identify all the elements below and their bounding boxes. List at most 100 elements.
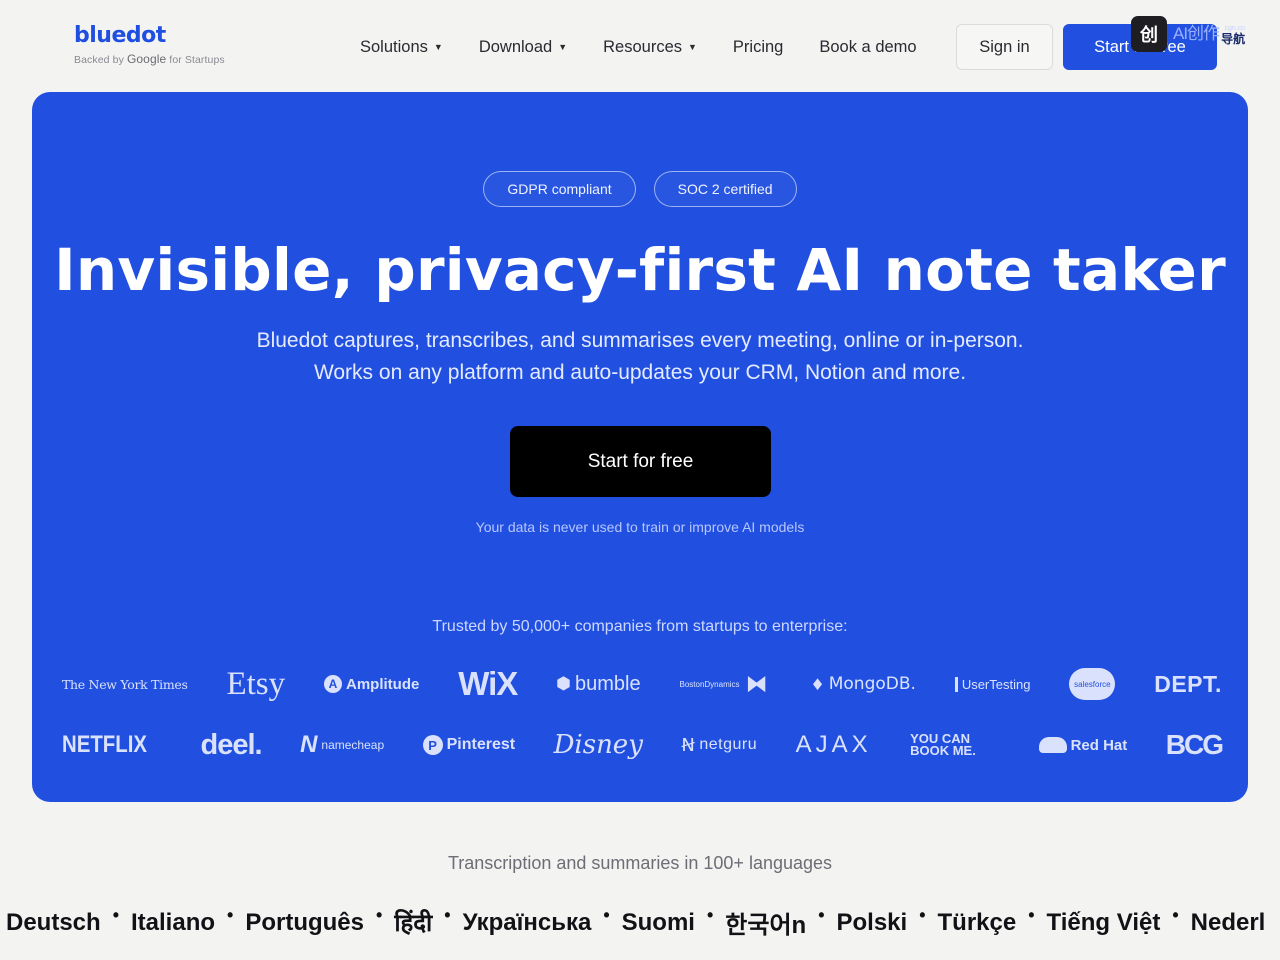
hero-title: Invisible, privacy-first AI note taker: [54, 236, 1226, 304]
main-nav: Solutions ▼ Download ▼ Resources ▼ Prici…: [360, 36, 953, 58]
language-separator: •: [376, 905, 383, 925]
soc2-badge: SOC 2 certified: [653, 171, 797, 207]
watermark-side: cgn.cn 导航: [1221, 23, 1245, 45]
nav-book-demo[interactable]: Book a demo: [819, 36, 916, 58]
logo-salesforce: salesforce: [1069, 668, 1116, 700]
logo-youcanbookme: YOU CAN BOOK ME.: [910, 731, 1000, 758]
language-separator: •: [919, 905, 926, 925]
caret-down-icon: ▼: [558, 42, 568, 52]
namecheap-n-icon: N: [300, 731, 318, 758]
nav-resources-label: Resources: [603, 37, 682, 56]
logo-mongodb-text: MongoDB.: [828, 674, 916, 694]
logo-etsy-text: Etsy: [226, 665, 286, 702]
language-separator: •: [444, 905, 451, 925]
hero-subtitle: Bluedot captures, transcribes, and summa…: [32, 325, 1248, 389]
logo-salesforce-text: salesforce: [1074, 679, 1111, 689]
sign-in-button[interactable]: Sign in: [956, 24, 1053, 70]
logo-wix-text: WiX: [458, 665, 518, 702]
redhat-hat-icon: [1038, 737, 1067, 753]
logo-amplitude: A Amplitude: [324, 675, 419, 693]
language-separator: •: [1172, 905, 1179, 925]
watermark-side-label: 导航: [1221, 32, 1246, 46]
logo-netguru: Ꞥ netguru: [681, 735, 757, 756]
logo-nyt: The New York Times: [62, 677, 188, 692]
nav-resources[interactable]: Resources ▼: [603, 36, 697, 58]
logo-bcg-text: BCG: [1165, 729, 1224, 760]
hero-subtitle-line-1: Bluedot captures, transcribes, and summa…: [256, 329, 1024, 352]
nav-solutions-label: Solutions: [360, 37, 428, 56]
logo-tagline: Backed by Google for Startups: [74, 52, 225, 66]
compliance-badges: GDPR compliant SOC 2 certified: [32, 171, 1248, 207]
logo-youcanbookme-text: YOU CAN BOOK ME.: [910, 731, 976, 758]
nav-solutions[interactable]: Solutions ▼: [360, 36, 443, 58]
language-item: Polski: [836, 908, 908, 936]
caret-down-icon: ▼: [688, 42, 697, 52]
language-item: हिंदी: [394, 910, 433, 937]
logo-dept-text: DEPT.: [1154, 670, 1222, 697]
logo-ajax: AJAX: [796, 731, 872, 759]
language-separator: •: [112, 905, 119, 925]
top-navbar: bluedot Backed by Google for Startups So…: [0, 0, 1280, 92]
language-separator: •: [818, 905, 825, 925]
logo-deel-text: deel.: [200, 728, 262, 761]
language-item: Tiếng Việt: [1046, 908, 1161, 936]
nav-download[interactable]: Download ▼: [479, 36, 567, 58]
salesforce-cloud-icon: salesforce: [1069, 668, 1116, 700]
language-item: Türkçe: [937, 908, 1017, 936]
logo-pinterest-text: Pinterest: [446, 736, 516, 753]
watermark-logo-icon: 创: [1131, 16, 1167, 52]
language-item: Українська: [462, 908, 592, 936]
logo-google: Google: [126, 52, 167, 66]
logo-wordmark: bluedot: [74, 23, 166, 48]
netguru-n-icon: Ꞥ: [681, 734, 696, 755]
nav-book-demo-label: Book a demo: [819, 37, 917, 56]
watermark-text-a: AI创作: [1173, 24, 1220, 43]
trusted-by-label: Trusted by 50,000+ companies from startu…: [432, 618, 848, 635]
pinterest-p-icon: P: [422, 735, 443, 755]
mongodb-leaf-icon: ♦: [810, 674, 825, 694]
logo-backed-by: Backed by: [74, 54, 124, 66]
logo-boston-dynamics-text: BostonDynamics: [679, 679, 740, 689]
logo-netguru-text: netguru: [699, 736, 758, 753]
start-for-free-hero-button[interactable]: Start for free: [510, 426, 771, 497]
logo-wix: WiX: [458, 665, 518, 703]
logo-boston-dynamics: BostonDynamics ⧓: [679, 671, 771, 697]
language-separator: •: [706, 905, 714, 925]
language-item: Italiano: [131, 908, 216, 936]
amplitude-mark-icon: A: [324, 675, 343, 693]
languages-marquee: Deutsch • Italiano • Português • हिंदी • Українс…: [6, 905, 1265, 940]
nav-download-label: Download: [478, 37, 553, 56]
bluedot-logo[interactable]: bluedot Backed by Google for Startups: [74, 23, 225, 67]
logo-etsy: Etsy: [226, 666, 285, 703]
language-item: 한국어n: [725, 912, 807, 939]
logo-disney: Disney: [554, 730, 643, 760]
watermark-text: AI创作: [1173, 24, 1220, 43]
caret-down-icon: ▼: [433, 42, 443, 52]
language-item: Nederl: [1190, 908, 1266, 936]
customer-logos-row-2: NETFLIX deel. N namecheap P Pinterest Di…: [32, 725, 1248, 765]
logo-amplitude-text: Amplitude: [346, 675, 420, 693]
bumble-hex-icon: ⬢: [556, 674, 571, 693]
language-separator: •: [603, 905, 610, 925]
logo-nyt-text: The New York Times: [62, 676, 188, 692]
nav-pricing-label: Pricing: [732, 37, 784, 56]
logo-namecheap: N namecheap: [300, 731, 384, 759]
logo-redhat: Red Hat: [1038, 736, 1128, 754]
watermark-overlay: 创 AI创作 cgn.cn 导航: [1131, 16, 1245, 52]
hero-section: GDPR compliant SOC 2 certified Invisible…: [32, 92, 1248, 802]
language-item: Deutsch: [6, 908, 101, 936]
logo-redhat-text: Red Hat: [1070, 736, 1128, 754]
logo-disney-text: Disney: [553, 730, 643, 760]
logo-usertesting-text: UserTesting: [954, 676, 1030, 692]
logo-bumble-text: bumble: [575, 672, 641, 695]
nav-pricing[interactable]: Pricing: [733, 36, 783, 58]
logo-bcg: BCG: [1165, 729, 1224, 761]
logo-deel: deel.: [200, 728, 262, 762]
language-separator: •: [1028, 905, 1035, 925]
logo-pinterest: P Pinterest: [422, 735, 516, 755]
customer-logos-row-1: The New York Times Etsy A Amplitude WiX …: [32, 664, 1248, 704]
language-separator: •: [227, 905, 234, 925]
logo-mongodb: ♦ MongoDB.: [810, 674, 916, 694]
languages-heading: Transcription and summaries in 100+ lang…: [447, 853, 833, 873]
logo-bumble: ⬢ bumble: [556, 673, 640, 696]
